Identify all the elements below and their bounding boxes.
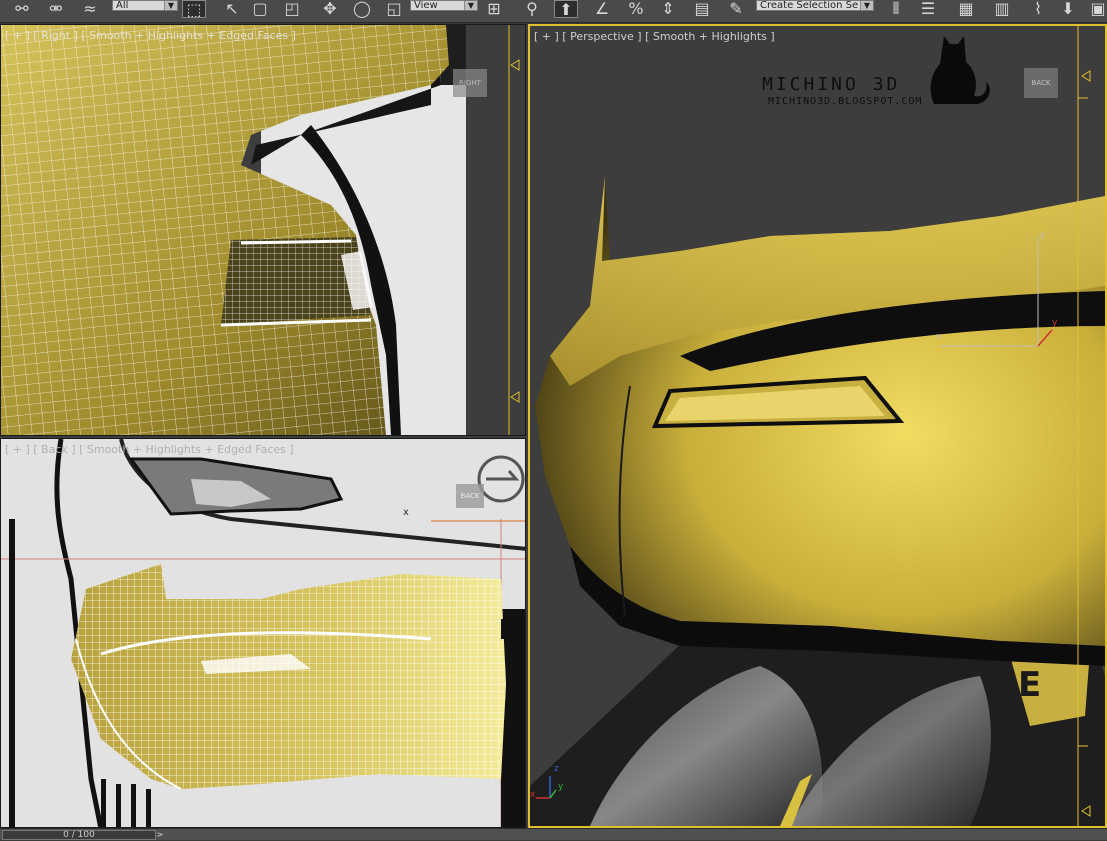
select-move-icon[interactable]: ✥ bbox=[318, 0, 342, 18]
material-editor-icon[interactable]: ▣ bbox=[1086, 0, 1107, 18]
chevron-down-icon: ▼ bbox=[164, 1, 177, 10]
mirror-icon[interactable]: ⫴ bbox=[884, 0, 908, 18]
gizmo-y-label: y bbox=[1052, 318, 1058, 328]
reference-coord-dropdown[interactable]: View ▼ bbox=[410, 0, 478, 11]
corner-axis-z-label: z bbox=[554, 764, 559, 774]
reference-coord-value: View bbox=[414, 0, 438, 11]
align-icon[interactable]: ☰ bbox=[916, 0, 940, 18]
timeline-bar: 0 / 100 > bbox=[0, 828, 1107, 840]
select-object-icon[interactable]: ⬚ bbox=[182, 0, 206, 19]
gizmo-z-label: z bbox=[1040, 231, 1045, 241]
svg-text:E: E bbox=[1018, 665, 1041, 705]
corner-axis-y-label: y bbox=[558, 782, 564, 792]
abc-named-set-icon[interactable]: ✎ bbox=[724, 0, 748, 18]
viewcube[interactable]: BACK bbox=[456, 484, 484, 508]
use-pivot-icon[interactable]: ⊞ bbox=[482, 0, 506, 18]
viewport-back-scene bbox=[1, 439, 525, 827]
viewport-perspective-scene: E bbox=[530, 26, 1105, 826]
corner-axis-x-label: x bbox=[530, 790, 536, 800]
link-icon[interactable]: ⚯ bbox=[10, 0, 34, 18]
viewport-right-scene bbox=[1, 25, 525, 435]
viewport-perspective-label[interactable]: [ + ] [ Perspective ] [ Smooth + Highlig… bbox=[534, 30, 775, 43]
selection-filter-dropdown[interactable]: All ▼ bbox=[112, 0, 178, 11]
chevron-down-icon: ▼ bbox=[860, 1, 873, 10]
selection-filter-value: All bbox=[116, 0, 129, 11]
window-crossing-icon[interactable]: ◰ bbox=[280, 0, 304, 18]
bind-spacewarp-icon[interactable]: ≈ bbox=[78, 0, 102, 18]
select-by-name-icon[interactable]: ↖ bbox=[220, 0, 244, 18]
viewport-right[interactable]: [ + ] [ Right ] [ Smooth + Highlights + … bbox=[0, 24, 526, 436]
viewcube-face-label: RIGHT bbox=[459, 79, 481, 87]
graphite-ribbon-icon[interactable]: ▥ bbox=[990, 0, 1014, 18]
viewcube-face-label: BACK bbox=[1031, 79, 1051, 87]
named-selection-set-dropdown[interactable]: Create Selection Se ▼ bbox=[756, 0, 874, 11]
angle-snap-icon[interactable]: ∠ bbox=[590, 0, 614, 18]
curve-editor-icon[interactable]: ⌇ bbox=[1026, 0, 1050, 18]
chevron-down-icon: ▼ bbox=[464, 1, 477, 10]
keyboard-shortcut-icon[interactable]: ⚲ bbox=[520, 0, 544, 18]
layer-manager-icon[interactable]: ▦ bbox=[954, 0, 978, 18]
axis-x-label: x bbox=[403, 507, 409, 518]
viewport-right-label[interactable]: [ + ] [ Right ] [ Smooth + Highlights + … bbox=[5, 29, 296, 42]
watermark-url: MICHINO3D.BLOGSPOT.COM bbox=[768, 96, 923, 107]
next-frame-button[interactable]: > bbox=[155, 831, 165, 841]
gizmo-x-label: x bbox=[936, 332, 942, 342]
watermark-title: MICHINO 3D bbox=[762, 74, 901, 95]
viewcube[interactable]: RIGHT bbox=[453, 69, 487, 97]
select-scale-icon[interactable]: ◱ bbox=[382, 0, 406, 18]
named-selection-set-value: Create Selection Se bbox=[760, 0, 859, 11]
unlink-icon[interactable]: ⚮ bbox=[44, 0, 68, 18]
viewcube[interactable]: BACK bbox=[1024, 68, 1058, 98]
viewport-back-label[interactable]: [ + ] [ Back ] [ Smooth + Highlights + E… bbox=[5, 443, 294, 456]
percent-snap-icon[interactable]: % bbox=[624, 0, 648, 18]
cat-logo bbox=[930, 36, 990, 104]
spinner-snap-icon[interactable]: ⇕ bbox=[656, 0, 680, 18]
viewport-back[interactable]: [ + ] [ Back ] [ Smooth + Highlights + E… bbox=[0, 438, 526, 828]
render-icon[interactable]: ⬇ bbox=[1056, 0, 1080, 18]
viewcube-face-label: BACK bbox=[460, 492, 480, 500]
viewport-perspective[interactable]: E [ + ] [ Perspective ] [ Smooth + Highl… bbox=[528, 24, 1107, 828]
select-rotate-icon[interactable]: ◯ bbox=[350, 0, 374, 18]
snaps-toggle-icon[interactable]: ⬆ bbox=[554, 0, 578, 19]
rect-selection-icon[interactable]: ▢ bbox=[248, 0, 272, 18]
main-toolbar: ⚯ ⚮ ≈ All ▼ ⬚ ↖ ▢ ◰ ✥ ◯ ◱ View ▼ ⊞ ⚲ ⬆ ∠… bbox=[0, 0, 1107, 23]
edit-named-sets-icon[interactable]: ▤ bbox=[690, 0, 714, 18]
